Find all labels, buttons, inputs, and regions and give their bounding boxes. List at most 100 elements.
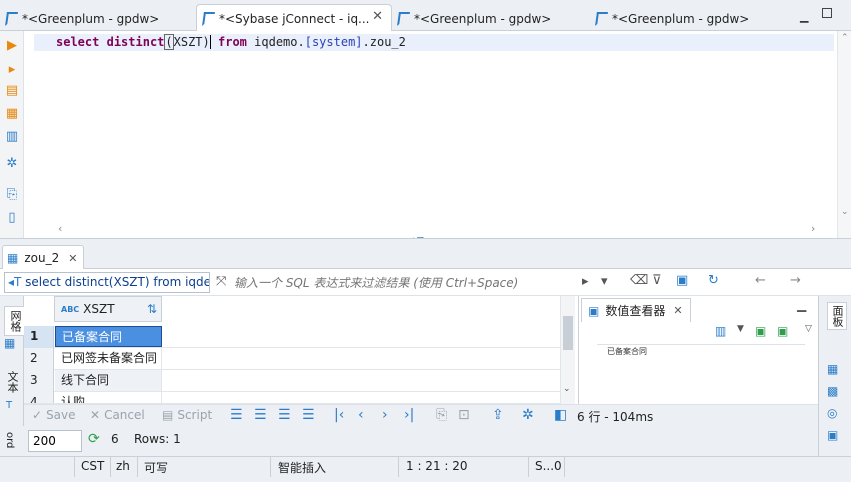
- auto-apply-icon[interactable]: ▣: [777, 324, 788, 338]
- scroll-up-icon[interactable]: ⌃: [841, 33, 849, 43]
- last-page-icon[interactable]: ›|: [404, 407, 414, 423]
- table-cell[interactable]: 已备案合同: [55, 326, 162, 347]
- row-number: 4: [24, 392, 54, 403]
- fetch-size-input[interactable]: [28, 430, 82, 452]
- paren-close: ): [202, 35, 211, 49]
- expand-icon[interactable]: ⤧: [216, 274, 226, 289]
- sql-code-line[interactable]: select distinct(XSZT) from iqdemo.[syste…: [56, 34, 406, 50]
- query-text-field[interactable]: ◂T select distinct(XSZT) from iqden: [4, 272, 210, 293]
- separator: [74, 457, 75, 477]
- tab-label: *<Sybase jConnect - iq...: [219, 11, 370, 26]
- right-side-panel-bar: 面板 ▦ ▩ ◎ ▣: [818, 296, 851, 456]
- delete-row-icon[interactable]: ☰: [302, 407, 315, 423]
- save-button[interactable]: ✓ Save: [32, 408, 76, 422]
- filter-settings-icon[interactable]: ⊽: [652, 273, 662, 288]
- filter-history-icon[interactable]: ▾: [601, 274, 608, 289]
- layout-icon[interactable]: ▣: [827, 428, 838, 442]
- editor-tab-bar: *<Greenplum - gpdw> *<Sybase jConnect - …: [0, 0, 851, 32]
- pattern-icon[interactable]: ▩: [827, 384, 838, 398]
- sort-filter-icon[interactable]: ⇅: [147, 302, 157, 316]
- table-row[interactable]: 2 已网签未备案合同: [24, 348, 564, 370]
- editor-vertical-scrollbar[interactable]: ⌃ ⌄: [837, 31, 851, 238]
- check-icon: ✓: [32, 408, 43, 422]
- keyword-distinct: distinct: [106, 35, 165, 49]
- save-filter-icon[interactable]: ▣: [676, 273, 688, 288]
- table-row[interactable]: 3 线下合同: [24, 370, 564, 392]
- dropdown-icon[interactable]: ▼: [737, 324, 744, 334]
- execute-script-icon[interactable]: ▤: [5, 84, 19, 98]
- execute-statement-icon[interactable]: ▶: [5, 39, 19, 53]
- refresh-icon[interactable]: ⟳: [88, 431, 100, 447]
- table-cell[interactable]: 已网签未备案合同: [55, 348, 162, 369]
- table-cell[interactable]: 线下合同: [55, 370, 162, 391]
- refresh-mode-icon[interactable]: ↻: [708, 273, 719, 288]
- copy-icon[interactable]: ⎘: [436, 407, 447, 423]
- fit-icon[interactable]: ⊡: [458, 407, 470, 423]
- script-button[interactable]: ▤ Script: [162, 408, 212, 422]
- value-viewer-tab[interactable]: ▣ 数值查看器 ✕: [581, 298, 691, 322]
- settings-gear-icon[interactable]: ✲: [522, 407, 534, 423]
- text-view-tab[interactable]: 文本: [4, 371, 20, 393]
- results-edit-toolbar: ✓ Save ✕ Cancel ▤ Script ☰ ☰ ☰ ☰ |‹ ‹ › ›| …: [24, 404, 818, 426]
- maximize-icon[interactable]: [822, 8, 832, 18]
- panels-icon[interactable]: ◧: [554, 407, 567, 423]
- export-icon[interactable]: ⇪: [492, 407, 504, 423]
- back-icon[interactable]: ←: [755, 273, 766, 288]
- separator: [137, 457, 138, 477]
- table-cell[interactable]: 认购: [55, 392, 162, 403]
- value-text: 已备案合同: [607, 347, 647, 356]
- editor-tab-sybase[interactable]: *<Sybase jConnect - iq... ✕: [196, 4, 392, 32]
- forward-icon[interactable]: →: [790, 273, 801, 288]
- minimize-icon[interactable]: ▁: [800, 10, 808, 23]
- apply-filter-icon[interactable]: ▸: [582, 274, 589, 289]
- editor-tab-greenplum-3[interactable]: *<Greenplum - gpdw>: [590, 6, 786, 31]
- table-row[interactable]: 4 认购: [24, 392, 564, 404]
- minimize-icon[interactable]: ▁: [797, 298, 806, 312]
- scroll-thumb[interactable]: [563, 316, 573, 350]
- editor-tab-greenplum-1[interactable]: *<Greenplum - gpdw>: [0, 6, 196, 31]
- first-page-icon[interactable]: |‹: [334, 407, 344, 423]
- query-label: select distinct(XSZT) from iqden: [25, 275, 210, 289]
- results-grid[interactable]: ABC XSZT ⇅ 1 已备案合同 2 已网签未备案合同 3 线下合同 4 认…: [24, 296, 575, 404]
- edit-row-icon[interactable]: ☰: [230, 407, 243, 423]
- close-icon[interactable]: ✕: [372, 9, 383, 24]
- column-header-xszt[interactable]: ABC XSZT ⇅: [54, 296, 162, 322]
- separator: [270, 457, 271, 477]
- book-icon[interactable]: ▥: [715, 324, 726, 338]
- next-icon[interactable]: ›: [382, 407, 388, 423]
- editor-tab-greenplum-2[interactable]: *<Greenplum - gpdw>: [392, 6, 588, 31]
- target-icon[interactable]: ◎: [827, 406, 837, 420]
- scroll-right-icon[interactable]: ›: [811, 222, 815, 235]
- grid-vertical-scrollbar[interactable]: ⌄: [560, 296, 575, 404]
- scroll-down-icon[interactable]: ⌄: [841, 207, 849, 217]
- copy-row-icon[interactable]: ☰: [278, 407, 291, 423]
- scroll-down-icon[interactable]: ⌄: [563, 384, 571, 394]
- cancel-button[interactable]: ✕ Cancel: [90, 408, 145, 422]
- editor-horizontal-scrollbar[interactable]: ‹ ›: [56, 222, 826, 238]
- add-row-icon[interactable]: ☰: [254, 407, 267, 423]
- grid-view-tab[interactable]: 网格: [4, 306, 26, 336]
- explain-plan-icon[interactable]: ▥: [5, 130, 19, 144]
- close-icon[interactable]: ✕: [68, 252, 77, 265]
- row-number: 1: [24, 326, 54, 348]
- cancel-icon: ✕: [90, 408, 101, 422]
- close-icon[interactable]: ✕: [673, 304, 682, 317]
- export-icon[interactable]: ⎘: [5, 188, 19, 202]
- schema-prefix: iqdemo.: [254, 35, 305, 49]
- settings-gear-icon[interactable]: ✲: [5, 157, 19, 171]
- menu-icon[interactable]: ▽: [805, 324, 812, 334]
- record-mode-tab[interactable]: ord: [4, 432, 15, 454]
- scroll-left-icon[interactable]: ‹: [58, 222, 62, 235]
- execute-script-new-tab-icon[interactable]: ▦: [5, 107, 19, 121]
- sql-editor[interactable]: select distinct(XSZT) from iqdemo.[syste…: [24, 31, 851, 238]
- execute-in-new-tab-icon[interactable]: ▸: [5, 63, 19, 77]
- panels-tab[interactable]: 面板: [827, 302, 847, 330]
- save-value-icon[interactable]: ▣: [755, 324, 766, 338]
- previous-icon[interactable]: ‹: [358, 407, 364, 423]
- load-script-icon[interactable]: ▯: [5, 211, 19, 225]
- filter-input[interactable]: [234, 272, 577, 293]
- grid-icon[interactable]: ▦: [827, 362, 838, 376]
- results-tab-zou2[interactable]: ▦ zou_2 ✕: [2, 245, 84, 270]
- clear-filter-icon[interactable]: ⌫: [630, 273, 648, 288]
- table-row[interactable]: 1 已备案合同: [24, 326, 564, 348]
